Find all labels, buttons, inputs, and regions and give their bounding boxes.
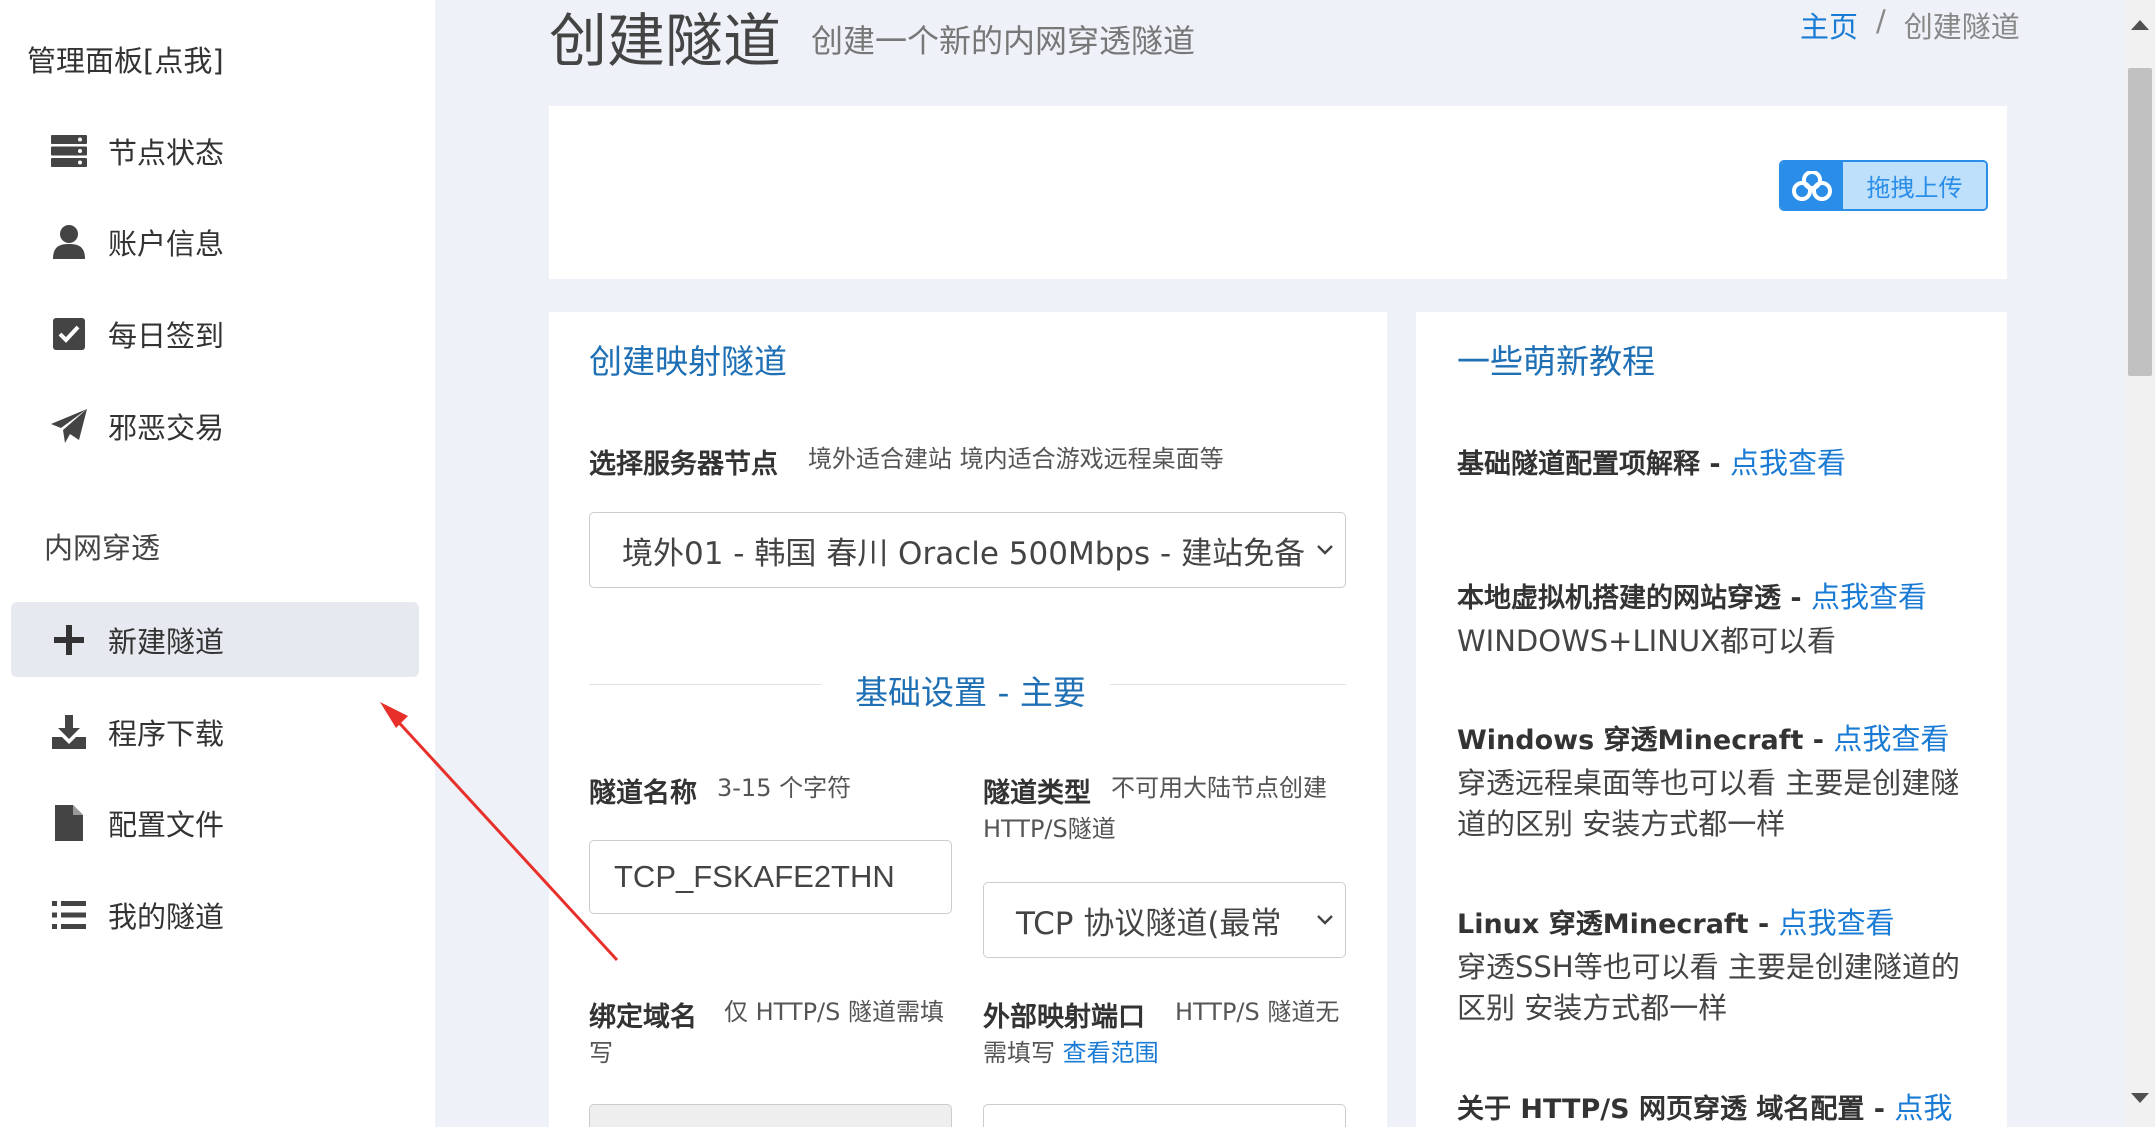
breadcrumb-home-link[interactable]: 主页	[1800, 4, 1858, 46]
node-hint: 境外适合建站 境内适合游戏远程桌面等	[808, 445, 1224, 473]
tutorial-description: 穿透远程桌面等也可以看 主要是创建隧道的区别 安装方式都一样	[1457, 766, 1960, 841]
sidebar-item-label: 程序下载	[108, 716, 225, 751]
divider-right	[1110, 684, 1346, 685]
external-port-hint-text: HTTP/S 隧道无需填写	[983, 998, 1340, 1067]
tutorial-title-text: Linux 穿透Minecraft	[1457, 909, 1749, 940]
sidebar: 管理面板[点我] 节点状态 账户信息 每日签到 邪恶交易 内网穿透 新建隧道 程…	[0, 0, 435, 1127]
admin-panel-link[interactable]: 管理面板[点我]	[27, 38, 224, 80]
cloud-icon	[1781, 162, 1843, 209]
sidebar-item-my-tunnels[interactable]: 我的隧道	[11, 877, 419, 952]
check-square-icon	[48, 313, 90, 355]
sidebar-item-account-info[interactable]: 账户信息	[11, 204, 419, 279]
paper-plane-icon	[48, 405, 90, 447]
plus-icon	[48, 619, 90, 661]
sidebar-item-label: 每日签到	[108, 318, 225, 353]
tutorial-link[interactable]: 点我查看	[1730, 446, 1846, 480]
upload-label: 拖拽上传	[1843, 162, 1986, 209]
sidebar-item-label: 我的隧道	[108, 899, 225, 934]
section-title-intranet: 内网穿透	[44, 531, 161, 565]
list-icon	[48, 894, 90, 936]
tutorial-link[interactable]: 点我查看	[1779, 906, 1895, 940]
external-port-hint: HTTP/S 隧道无需填写 查看范围	[983, 992, 1343, 1074]
scroll-up-arrow-icon[interactable]	[2131, 20, 2149, 30]
node-label: 选择服务器节点	[589, 449, 778, 480]
tunnel-type-value: TCP 协议隧道(最常	[1016, 905, 1282, 942]
tutorial-item-title: 本地虚拟机搭建的网站穿透 - 点我查看	[1457, 580, 1928, 614]
tunnel-name-hint: 3-15 个字符	[717, 774, 852, 802]
tutorial-title-text: 关于 HTTP/S 网页穿透 域名配置	[1457, 1094, 1865, 1125]
file-icon	[48, 802, 90, 844]
external-port-input[interactable]	[983, 1104, 1346, 1127]
sidebar-item-daily-checkin[interactable]: 每日签到	[11, 296, 419, 371]
download-icon	[48, 711, 90, 753]
user-icon	[48, 221, 90, 263]
sidebar-item-label: 节点状态	[108, 135, 225, 170]
tutorial-title-text: 基础隧道配置项解释	[1457, 449, 1700, 480]
tutorial-link[interactable]: 点我查看	[1833, 722, 1949, 756]
divider-left	[589, 684, 822, 685]
sidebar-item-config-file[interactable]: 配置文件	[11, 785, 419, 860]
drag-upload-button[interactable]: 拖拽上传	[1779, 160, 1988, 211]
sidebar-item-label: 账户信息	[108, 226, 225, 261]
tutorials-heading: 一些萌新教程	[1457, 342, 1655, 381]
breadcrumb-current: 创建隧道	[1903, 10, 2020, 44]
domain-hint: 仅 HTTP/S 隧道需填写	[589, 998, 944, 1067]
view-range-link[interactable]: 查看范围	[1063, 1039, 1159, 1067]
sidebar-item-label: 配置文件	[108, 807, 225, 842]
tutorial-item-title: 关于 HTTP/S 网页穿透 域名配置 - 点我	[1457, 1091, 1953, 1125]
chevron-down-icon	[1305, 914, 1345, 926]
tutorial-description: 穿透SSH等也可以看 主要是创建隧道的区别 安装方式都一样	[1457, 950, 1960, 1025]
tunnel-name-label: 隧道名称	[589, 778, 697, 809]
scrollbar-thumb[interactable]	[2128, 68, 2152, 376]
tunnel-name-input[interactable]: TCP_FSKAFE2THN	[589, 840, 952, 914]
sidebar-item-download[interactable]: 程序下载	[11, 694, 419, 769]
tutorial-title-text: 本地虚拟机搭建的网站穿透	[1457, 583, 1781, 614]
breadcrumb: 主页 / 创建隧道	[1800, 4, 2020, 46]
tutorial-item-title: 基础隧道配置项解释 - 点我查看	[1457, 446, 1847, 480]
sidebar-item-label: 新建隧道	[108, 624, 225, 659]
sidebar-item-node-status[interactable]: 节点状态	[11, 113, 419, 188]
breadcrumb-separator: /	[1876, 4, 1886, 38]
server-icon	[48, 130, 90, 172]
sidebar-item-trade[interactable]: 邪恶交易	[11, 388, 419, 463]
tutorial-description: WINDOWS+LINUX都可以看	[1457, 624, 1836, 658]
server-node-value: 境外01 - 韩国 春川 Oracle 500Mbps - 建站免备	[622, 535, 1305, 572]
tutorial-link[interactable]: 点我	[1894, 1091, 1952, 1125]
tutorial-title-text: Windows 穿透Minecraft	[1457, 725, 1804, 756]
tutorial-item-title: Linux 穿透Minecraft - 点我查看	[1457, 906, 1895, 940]
page-subtitle: 创建一个新的内网穿透隧道	[811, 22, 1196, 60]
chevron-down-icon	[1305, 544, 1345, 556]
form-heading: 创建映射隧道	[589, 342, 787, 381]
tutorial-link[interactable]: 点我查看	[1811, 580, 1927, 614]
page-title: 创建隧道	[549, 7, 782, 75]
tunnel-type-hint: 不可用大陆节点创建HTTP/S隧道	[983, 774, 1327, 843]
sidebar-item-new-tunnel[interactable]: 新建隧道	[11, 602, 419, 677]
sidebar-item-label: 邪恶交易	[108, 410, 225, 445]
scroll-down-arrow-icon[interactable]	[2131, 1093, 2149, 1103]
tutorial-item-title: Windows 穿透Minecraft - 点我查看	[1457, 722, 1950, 756]
bound-domain-input[interactable]	[589, 1104, 952, 1127]
tunnel-type-select[interactable]: TCP 协议隧道(最常	[983, 882, 1346, 958]
basic-settings-divider: 基础设置 - 主要	[855, 673, 1086, 712]
server-node-select[interactable]: 境外01 - 韩国 春川 Oracle 500Mbps - 建站免备	[589, 512, 1346, 588]
